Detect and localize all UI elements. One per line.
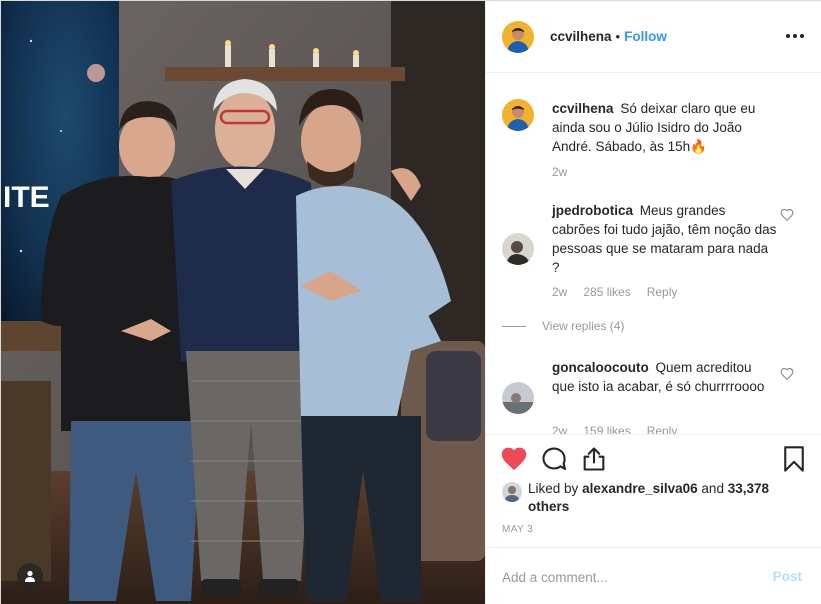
comment-likes[interactable]: 159 likes — [583, 424, 630, 434]
comments-list[interactable]: ccvilhena Só deixar claro que eu ainda s… — [486, 74, 821, 434]
more-options-icon[interactable] — [786, 29, 804, 43]
author-username[interactable]: ccvilhena — [550, 29, 612, 44]
photo-illustration: ITE — [1, 1, 485, 604]
comment-icon[interactable] — [540, 445, 568, 473]
comment-username[interactable]: jpedrobotica — [552, 203, 633, 218]
reply-button[interactable]: Reply — [647, 424, 678, 434]
comment-avatar[interactable] — [502, 382, 534, 414]
user-tag-icon[interactable] — [17, 563, 43, 589]
screen-text: ITE — [3, 181, 50, 214]
post-photo[interactable]: ITE — [1, 1, 485, 604]
comment-body: jpedrobotica Meus grandes cabrões foi tu… — [552, 201, 777, 277]
heart-outline-icon[interactable] — [780, 208, 794, 222]
view-replies-button[interactable]: View replies (4) — [502, 319, 624, 333]
heart-filled-icon[interactable] — [500, 445, 528, 473]
comment-likes[interactable]: 285 likes — [583, 285, 630, 299]
post-date[interactable]: MAY 3 — [502, 524, 533, 535]
post-header: ccvilhena • Follow — [486, 1, 821, 73]
liked-by-user[interactable]: alexandre_silva06 — [582, 481, 698, 496]
comment-time[interactable]: 2w — [552, 165, 567, 179]
reply-button[interactable]: Reply — [647, 285, 678, 299]
comment-username[interactable]: goncaloocouto — [552, 360, 649, 375]
comment-avatar[interactable] — [502, 233, 534, 265]
replies-line — [502, 325, 526, 327]
comment-input[interactable] — [502, 566, 752, 588]
liker-avatar[interactable] — [502, 482, 522, 502]
follow-button[interactable]: Follow — [624, 29, 667, 44]
post-side-panel: ccvilhena • Follow ccvilhena Só deixar c… — [485, 1, 821, 604]
comment-time[interactable]: 2w — [552, 424, 567, 434]
post-modal: ITE ccvilhena • Follow ccvilhena Só deix… — [0, 0, 821, 604]
comment-meta: 2w — [552, 165, 567, 179]
comment-time[interactable]: 2w — [552, 285, 567, 299]
action-bar — [486, 434, 821, 484]
bookmark-icon[interactable] — [780, 445, 808, 473]
comment-username[interactable]: ccvilhena — [552, 101, 614, 116]
separator-dot: • — [615, 29, 621, 44]
liked-by-prefix: Liked by — [528, 481, 579, 496]
comment-meta: 2w 159 likes Reply — [552, 424, 677, 434]
person-icon — [25, 570, 35, 582]
comment-meta: 2w 285 likes Reply — [552, 285, 677, 299]
add-comment-bar: Post — [486, 547, 821, 604]
share-icon[interactable] — [580, 445, 608, 473]
comment-body: goncaloocouto Quem acreditou que isto ia… — [552, 358, 777, 396]
author-avatar[interactable] — [502, 20, 534, 53]
comment-body: ccvilhena Só deixar claro que eu ainda s… — [552, 99, 777, 156]
comment-avatar[interactable] — [502, 99, 534, 131]
likes-summary: Liked by alexandre_silva06 and 33,378 ot… — [502, 480, 812, 516]
heart-outline-icon[interactable] — [780, 367, 794, 381]
post-button[interactable]: Post — [773, 569, 802, 584]
liked-by-conjunction: and — [701, 481, 724, 496]
likes-text: Liked by alexandre_silva06 and 33,378 ot… — [502, 480, 812, 516]
view-replies-label: View replies (4) — [542, 319, 625, 333]
